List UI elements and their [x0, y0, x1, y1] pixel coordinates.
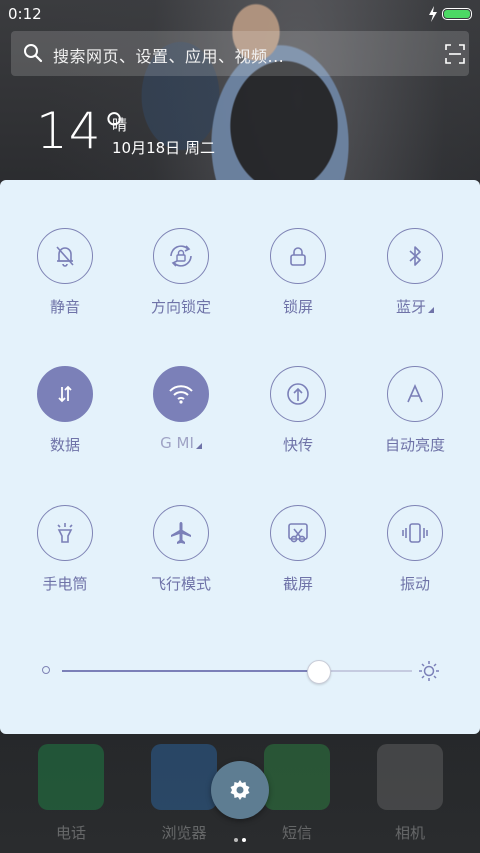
page-dot: [234, 838, 238, 842]
toggle-label: 方向锁定: [150, 298, 211, 316]
battery-icon: [442, 8, 472, 20]
messages-app-icon[interactable]: [264, 744, 330, 810]
camera-app-icon[interactable]: [377, 744, 443, 810]
bluetooth-icon: [387, 228, 443, 284]
rotation-lock-icon: [153, 228, 209, 284]
data-arrows-icon: [37, 366, 93, 422]
toggle-bluetooth[interactable]: 蓝牙: [365, 228, 465, 338]
scan-icon[interactable]: [445, 44, 465, 64]
lock-icon: [270, 228, 326, 284]
toggle-fast-transfer[interactable]: 快传: [248, 366, 348, 476]
flashlight-icon: [37, 505, 93, 561]
quick-settings-panel: 静音 方向锁定 锁屏 蓝牙 数据 G MI 快传 自动亮度 手电筒 飞行模式 截…: [0, 180, 480, 734]
brightness-low-icon: [42, 666, 50, 674]
toggle-label: 锁屏: [282, 298, 313, 316]
brightness-slider[interactable]: [38, 658, 444, 684]
dock-label-browser: 浏览器: [161, 824, 207, 842]
page-indicator: [232, 827, 248, 846]
brightness-track[interactable]: [62, 660, 412, 684]
search-input[interactable]: 搜索网页、设置、应用、视频...: [53, 43, 284, 67]
toggle-label: 快传: [282, 436, 313, 454]
battery-level: [444, 10, 470, 18]
toggle-label: 静音: [49, 298, 80, 316]
menu-arrow-icon: [195, 443, 202, 449]
page-dot-active: [242, 838, 246, 842]
bell-off-icon: [37, 228, 93, 284]
toggle-flashlight[interactable]: 手电筒: [15, 505, 115, 615]
dock-label-messages: 短信: [281, 824, 312, 842]
menu-arrow-icon: [428, 307, 434, 313]
weather-date: 10月18日 周二: [112, 139, 215, 157]
phone-app-icon[interactable]: [38, 744, 104, 810]
toggle-label: 振动: [399, 575, 430, 593]
toggle-label: 蓝牙: [395, 298, 426, 316]
vibrate-icon: [387, 505, 443, 561]
toggle-label: 截屏: [282, 575, 313, 593]
charging-icon: [429, 6, 437, 22]
search-icon: [24, 44, 43, 63]
weather-condition: 晴: [112, 116, 128, 134]
toggle-data[interactable]: 数据: [15, 366, 115, 476]
browser-app-icon[interactable]: [151, 744, 217, 810]
toggle-screenshot[interactable]: 截屏: [248, 505, 348, 615]
toggle-label: 自动亮度: [384, 436, 445, 454]
brightness-high-icon: [419, 661, 439, 681]
toggle-label-wrap: G MI: [131, 434, 231, 452]
upload-icon: [270, 366, 326, 422]
dock-label-phone: 电话: [55, 824, 86, 842]
toggle-vibrate[interactable]: 振动: [365, 505, 465, 615]
toggle-rotation-lock[interactable]: 方向锁定: [131, 228, 231, 338]
toggle-label: 手电筒: [42, 575, 88, 593]
status-time: 0:12: [8, 5, 42, 23]
status-bar: 0:12: [0, 0, 480, 28]
toggle-wifi[interactable]: G MI: [131, 366, 231, 476]
toggle-label: G MI: [160, 434, 194, 452]
toggle-lock-screen[interactable]: 锁屏: [248, 228, 348, 338]
scissors-icon: [270, 505, 326, 561]
airplane-icon: [153, 505, 209, 561]
gear-icon: [230, 780, 250, 800]
toggle-airplane[interactable]: 飞行模式: [131, 505, 231, 615]
wifi-icon: [153, 366, 209, 422]
dock-label-camera: 相机: [394, 824, 425, 842]
toggle-label: 飞行模式: [150, 575, 211, 593]
brightness-fill: [62, 670, 318, 672]
toggle-mute[interactable]: 静音: [15, 228, 115, 338]
toggle-label: 数据: [49, 436, 80, 454]
toggle-label-wrap: 蓝牙: [365, 296, 465, 317]
settings-button[interactable]: [211, 761, 269, 819]
auto-brightness-icon: [387, 366, 443, 422]
search-bar[interactable]: 搜索网页、设置、应用、视频...: [11, 31, 469, 76]
toggle-auto-brightness[interactable]: 自动亮度: [365, 366, 465, 476]
brightness-knob[interactable]: [306, 660, 331, 684]
